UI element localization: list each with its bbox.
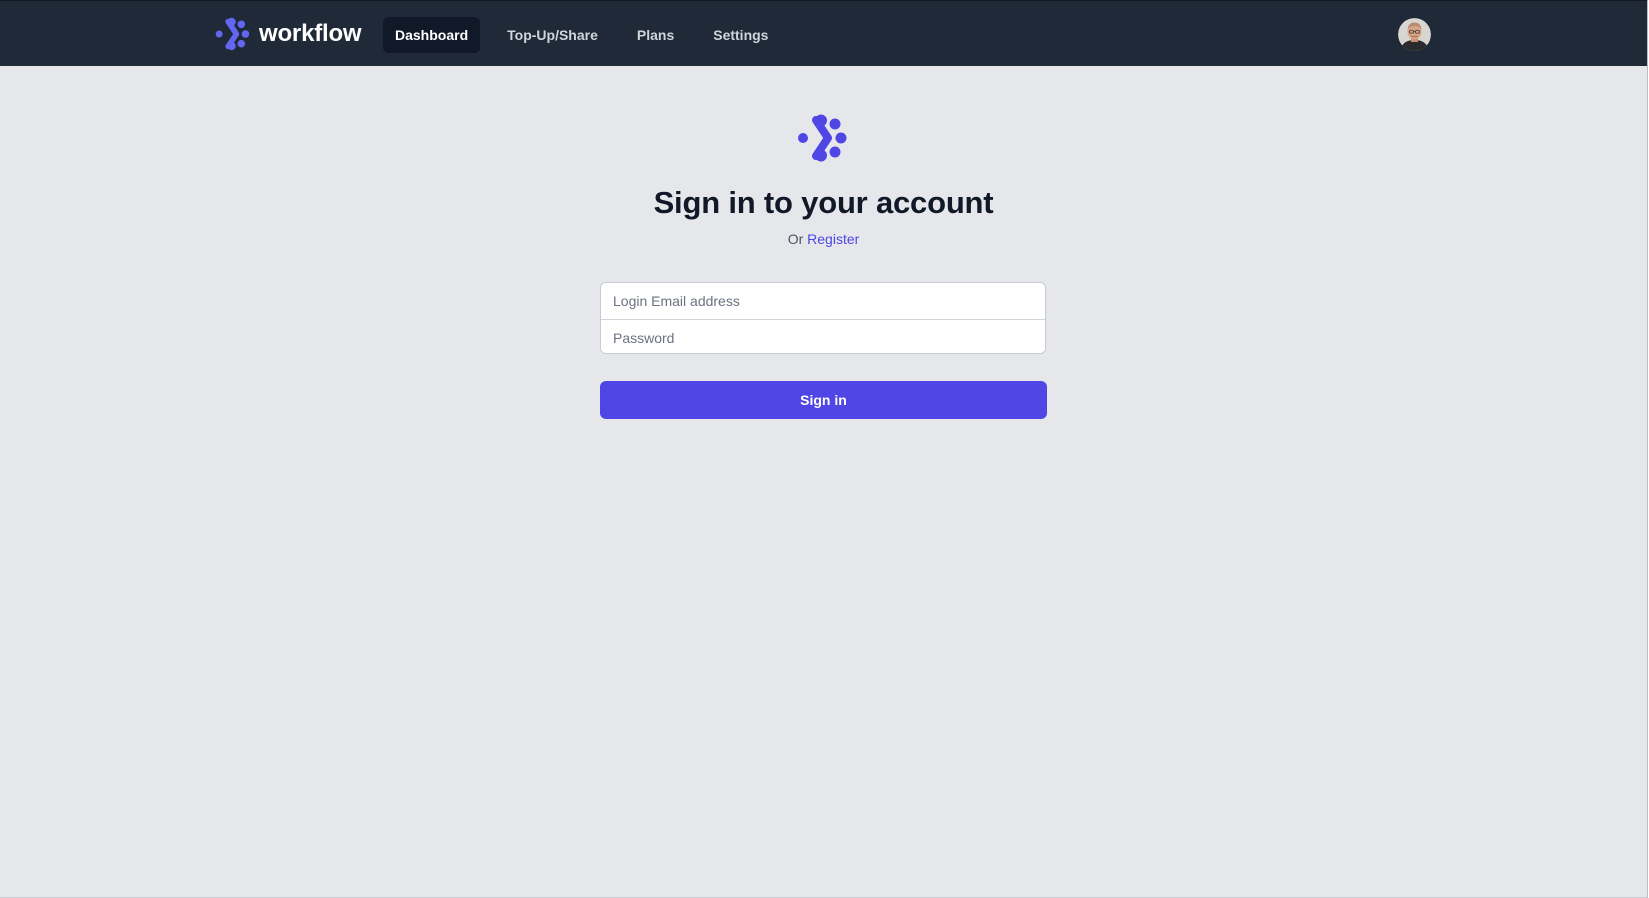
nav-link-top-up-share[interactable]: Top-Up/Share	[495, 17, 610, 53]
nav-link-settings[interactable]: Settings	[701, 17, 780, 53]
nav-link-dashboard[interactable]: Dashboard	[383, 17, 481, 53]
workflow-logo-icon	[798, 114, 847, 162]
register-prompt-prefix: Or	[787, 231, 804, 247]
brand-name: workflow	[259, 20, 362, 47]
top-navbar: workflow Dashboard Top-Up/Share Plans Se…	[0, 0, 1647, 66]
login-form	[600, 282, 1046, 354]
nav-link-plans[interactable]: Plans	[625, 17, 686, 53]
browser-viewport: workflow Dashboard Top-Up/Share Plans Se…	[0, 0, 1648, 898]
email-field[interactable]	[601, 283, 1045, 319]
user-avatar[interactable]	[1398, 18, 1431, 51]
password-field[interactable]	[601, 320, 1045, 353]
brand[interactable]: workflow	[215, 17, 362, 51]
sign-in-button[interactable]: Sign in	[600, 381, 1047, 419]
register-prompt: Or Register	[0, 229, 1647, 249]
workflow-logo-icon	[215, 17, 250, 51]
page-title: Sign in to your account	[653, 185, 994, 220]
primary-nav: Dashboard Top-Up/Share Plans Settings	[383, 17, 795, 53]
register-link[interactable]: Register	[807, 231, 859, 247]
